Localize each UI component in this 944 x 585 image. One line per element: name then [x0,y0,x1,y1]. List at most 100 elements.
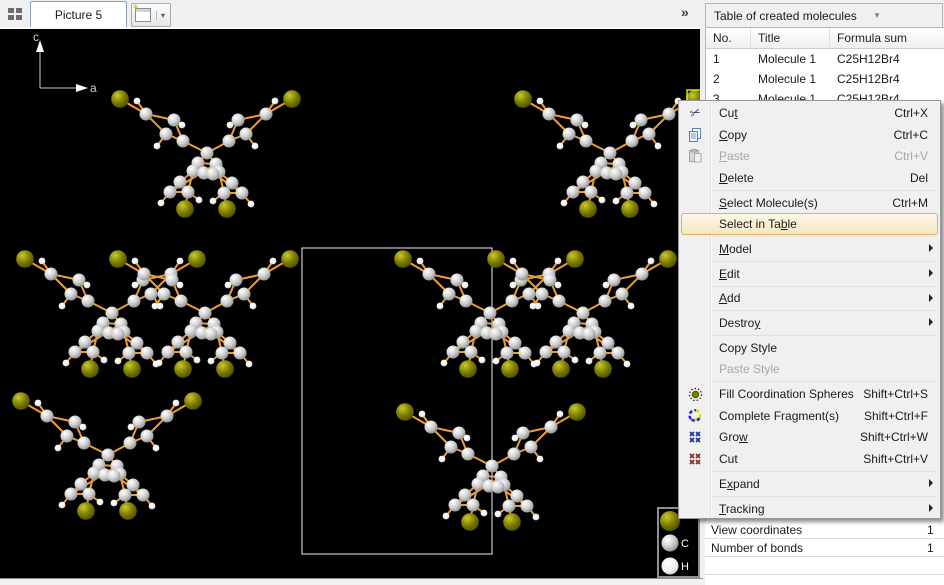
br-atom[interactable] [218,200,236,218]
c-atom[interactable] [177,135,190,148]
c-atom[interactable] [516,268,529,281]
h-atom[interactable] [586,358,593,365]
h-atom[interactable] [537,456,544,463]
c-atom[interactable] [470,325,483,338]
c-atom[interactable] [580,135,593,148]
c-atom[interactable] [182,186,195,199]
c-atom[interactable] [162,346,175,359]
h-atom[interactable] [479,357,486,364]
c-atom[interactable] [585,186,598,199]
c-atom[interactable] [123,347,136,360]
menu-item-select-molecule-s[interactable]: Select Molecule(s)Ctrl+M [679,192,940,214]
br-atom[interactable] [188,250,206,268]
c-atom[interactable] [604,147,617,160]
h-atom[interactable] [510,258,517,265]
h-atom[interactable] [537,98,544,105]
h-atom[interactable] [655,143,662,150]
h-atom[interactable] [115,358,122,365]
c-atom[interactable] [83,488,96,501]
h-atom[interactable] [80,424,87,431]
c-atom[interactable] [492,481,505,494]
c-atom[interactable] [185,325,198,338]
c-atom[interactable] [621,187,634,200]
h-atom[interactable] [495,511,502,518]
c-atom[interactable] [536,288,549,301]
c-atom[interactable] [501,347,514,360]
c-atom[interactable] [141,347,154,360]
h-atom[interactable] [572,357,579,364]
h-atom[interactable] [152,303,159,310]
c-atom[interactable] [145,288,158,301]
h-atom[interactable] [35,400,42,407]
c-atom[interactable] [451,274,464,287]
h-atom[interactable] [272,98,279,105]
h-atom[interactable] [149,503,156,510]
h-atom[interactable] [158,200,165,207]
molecule-3[interactable] [16,250,206,378]
br-atom[interactable] [283,90,301,108]
h-atom[interactable] [225,282,232,289]
c-atom[interactable] [490,328,503,341]
menu-item-cut[interactable]: CutShift+Ctrl+V [679,448,940,470]
br-atom[interactable] [16,250,34,268]
molecule-8[interactable] [396,403,586,531]
c-atom[interactable] [567,186,580,199]
br-atom[interactable] [216,360,234,378]
h-atom[interactable] [599,197,606,204]
c-atom[interactable] [230,274,243,287]
br-atom[interactable] [566,250,584,268]
h-atom[interactable] [443,513,450,520]
menu-item-complete-fragment-s[interactable]: Complete Fragment(s)Shift+Ctrl+F [679,405,940,427]
h-atom[interactable] [208,358,215,365]
menu-item-destroy[interactable]: Destroy [679,312,940,334]
br-atom[interactable] [594,360,612,378]
br-atom[interactable] [659,250,677,268]
c-atom[interactable] [69,416,82,429]
c-atom[interactable] [545,421,558,434]
br-atom[interactable] [176,200,194,218]
h-atom[interactable] [533,514,540,521]
c-atom[interactable] [201,147,214,160]
c-atom[interactable] [82,295,95,308]
br-atom[interactable] [501,360,519,378]
c-atom[interactable] [540,346,553,359]
c-atom[interactable] [205,328,218,341]
c-atom[interactable] [160,128,173,141]
h-atom[interactable] [59,502,66,509]
menu-item-cut[interactable]: ✂CutCtrl+X [679,102,940,124]
h-atom[interactable] [84,282,91,289]
c-atom[interactable] [639,187,652,200]
c-atom[interactable] [141,430,154,443]
h-atom[interactable] [250,303,257,310]
h-atom[interactable] [210,198,217,205]
br-atom[interactable] [281,250,299,268]
tile-windows-icon[interactable] [8,8,24,21]
menu-item-add[interactable]: Add [679,288,940,310]
molecule-7[interactable] [12,392,202,520]
molecule-2[interactable] [514,90,700,218]
c-atom[interactable] [544,274,557,287]
c-atom[interactable] [616,288,629,301]
c-atom[interactable] [65,488,78,501]
br-atom[interactable] [503,513,521,531]
c-atom[interactable] [571,114,584,127]
c-atom[interactable] [260,108,273,121]
menu-item-copy[interactable]: CopyCtrl+C [679,124,940,146]
c-atom[interactable] [423,268,436,281]
molecule-6[interactable] [487,250,677,378]
h-atom[interactable] [154,143,161,150]
c-atom[interactable] [187,165,200,178]
c-atom[interactable] [484,307,497,320]
column-header-formula-sum[interactable]: Formula sum [830,28,944,48]
h-atom[interactable] [582,122,589,129]
c-atom[interactable] [234,347,247,360]
br-atom[interactable] [111,90,129,108]
h-atom[interactable] [55,445,62,452]
c-atom[interactable] [128,295,141,308]
c-atom[interactable] [199,307,212,320]
c-atom[interactable] [180,346,193,359]
c-atom[interactable] [610,168,623,181]
h-atom[interactable] [613,198,620,205]
c-atom[interactable] [73,274,86,287]
c-atom[interactable] [460,295,473,308]
